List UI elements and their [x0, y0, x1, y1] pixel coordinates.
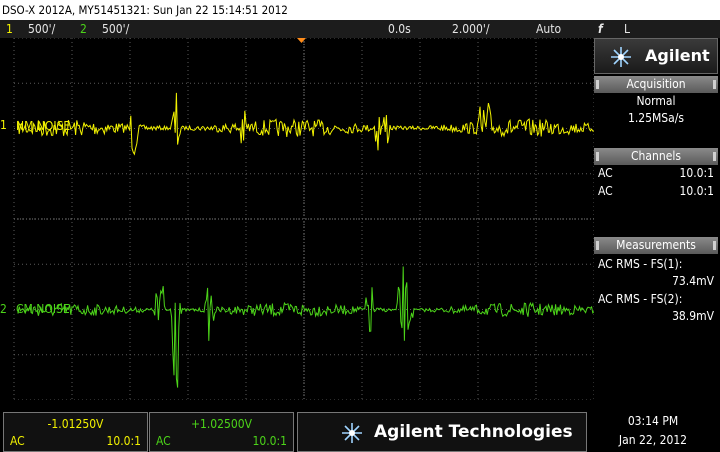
acquisition-header[interactable]: Acquisition [594, 76, 718, 93]
brand-name: Agilent [645, 46, 710, 65]
time-delay[interactable]: 0.0s [388, 20, 411, 38]
ch2-coupling: AC [156, 434, 171, 448]
ch2-trace-label: CM NOISE [16, 302, 70, 316]
sample-rate: 1.25MSa/s [627, 111, 685, 125]
ch2-probe: 10.0:1 [252, 434, 287, 448]
ch2-trace [17, 266, 595, 388]
ch1-offset-box[interactable]: -1.01250V AC 10.0:1 [3, 412, 148, 452]
bottom-bar: -1.01250V AC 10.0:1 +1.02500V AC 10.0:1 … [0, 400, 720, 452]
ch1-trace [17, 92, 595, 156]
trigger-mode[interactable]: Auto [536, 20, 561, 38]
ch1-probe: 10.0:1 [106, 434, 141, 448]
ch1-number[interactable]: 1 [6, 20, 13, 38]
window-title: DSO-X 2012A, MY51451321: Sun Jan 22 15:1… [0, 0, 720, 20]
agilent-spark-logo-icon [342, 423, 362, 443]
measurements-header[interactable]: Measurements [594, 237, 718, 254]
trigger-position-marker [297, 38, 306, 43]
ch1-ground-marker[interactable]: 1 [0, 118, 7, 132]
ch1-scale[interactable]: 500'/ [28, 20, 55, 38]
agilent-brand-header: Agilent [594, 38, 718, 74]
measurement-1-value: 73.4mV [672, 274, 714, 288]
graticule-grid [13, 37, 595, 401]
channel-1-probe: 10.0:1 [679, 166, 714, 180]
channels-header[interactable]: Channels [594, 148, 718, 165]
status-bar: 1 500'/ 2 500'/ 0.0s 2.000'/ Auto f L [0, 20, 720, 38]
waveform-graticule [13, 37, 595, 401]
time-scale[interactable]: 2.000'/ [452, 20, 490, 38]
acquisition-mode: Normal [636, 94, 676, 108]
ch1-offset: -1.01250V [47, 417, 104, 431]
agilent-technologies-text: Agilent Technologies [374, 422, 573, 442]
waveform-display[interactable]: 1 NM NOISE 2 CM NOISE [0, 37, 595, 401]
side-panel: Agilent Acquisition Normal 1.25MSa/s Cha… [594, 38, 720, 400]
ch2-ground-marker[interactable]: 2 [0, 302, 7, 316]
measurement-2-value: 38.9mV [672, 309, 714, 323]
clock-date: Jan 22, 2012 [618, 433, 688, 447]
trigger-edge-icon: f [598, 22, 603, 36]
ch1-coupling: AC [10, 434, 25, 448]
channel-2-probe: 10.0:1 [679, 184, 714, 198]
measurement-2-label: AC RMS - FS(2): [598, 292, 683, 306]
ch2-number[interactable]: 2 [80, 20, 87, 38]
trigger-level[interactable]: L [624, 20, 630, 38]
channel-1-coupling: AC [598, 166, 613, 180]
measurement-1-label: AC RMS - FS(1): [598, 257, 683, 271]
agilent-spark-icon [611, 47, 631, 67]
clock-time: 03:14 PM [627, 414, 679, 428]
agilent-logo-box: Agilent Technologies [297, 412, 587, 452]
ch2-offset-box[interactable]: +1.02500V AC 10.0:1 [149, 412, 294, 452]
channel-2-coupling: AC [598, 184, 613, 198]
ch2-scale[interactable]: 500'/ [102, 20, 129, 38]
ch2-offset: +1.02500V [190, 417, 253, 431]
ch1-trace-label: NM NOISE [16, 119, 71, 133]
